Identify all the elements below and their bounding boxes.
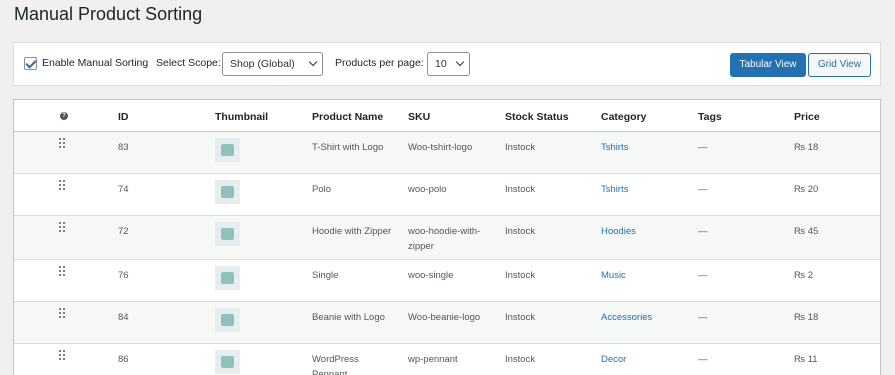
product-thumbnail bbox=[215, 138, 240, 162]
cell-stock-status: Instock bbox=[505, 312, 536, 323]
cell-stock-status: Instock bbox=[505, 226, 536, 237]
cell-product-name: WordPress Pennant bbox=[312, 354, 359, 375]
product-image-icon bbox=[221, 144, 234, 156]
cell-tags: — bbox=[698, 226, 708, 237]
cell-product-name: Single bbox=[312, 270, 339, 281]
cell-id: 83 bbox=[118, 142, 129, 153]
product-thumbnail bbox=[215, 222, 240, 246]
cell-price: ₨ 2 bbox=[794, 270, 813, 281]
cell-id: 76 bbox=[118, 270, 129, 281]
cell-sku: woo-hoodie-with-zipper bbox=[408, 226, 481, 252]
chevron-down-icon bbox=[308, 57, 318, 67]
product-image-icon bbox=[221, 314, 234, 326]
per-page-label: Products per page: bbox=[335, 57, 424, 69]
page-title: Manual Product Sorting bbox=[14, 4, 203, 24]
product-image-icon bbox=[221, 356, 234, 368]
cell-product-name: Polo bbox=[312, 184, 332, 195]
table-row[interactable]: 86 WordPress Pennant wp-pennant Instock Deco… bbox=[14, 344, 880, 375]
scope-select[interactable]: Shop (Global) bbox=[222, 52, 323, 76]
drag-handle-icon[interactable] bbox=[59, 350, 67, 362]
cell-category[interactable]: Accessories bbox=[601, 310, 681, 325]
cell-stock-status: Instock bbox=[505, 270, 536, 281]
cell-sku: Woo-beanie-logo bbox=[408, 312, 481, 323]
scope-label: Select Scope: bbox=[156, 57, 221, 69]
header-tags[interactable]: Tags bbox=[698, 111, 722, 123]
product-thumbnail bbox=[215, 266, 240, 290]
cell-category[interactable]: Tshirts bbox=[601, 140, 681, 155]
product-image-icon bbox=[221, 186, 234, 198]
cell-id: 72 bbox=[118, 226, 129, 237]
scope-select-value: Shop (Global) bbox=[230, 58, 295, 70]
help-icon[interactable]: ? bbox=[60, 112, 68, 120]
header-id[interactable]: ID bbox=[118, 111, 129, 123]
cell-sku: wp-pennant bbox=[408, 354, 458, 365]
cell-price: ₨ 18 bbox=[794, 142, 819, 153]
per-page-select-value: 10 bbox=[435, 58, 447, 70]
table-row[interactable]: 76 Single woo-single Instock Music — ₨ 2 bbox=[14, 260, 880, 302]
product-thumbnail bbox=[215, 180, 240, 204]
cell-tags: — bbox=[698, 142, 708, 153]
enable-sorting-checkbox[interactable] bbox=[24, 57, 37, 70]
per-page-select[interactable]: 10 bbox=[427, 52, 470, 76]
drag-handle-icon[interactable] bbox=[59, 222, 67, 234]
cell-price: ₨ 20 bbox=[794, 184, 819, 195]
product-thumbnail bbox=[215, 308, 240, 332]
tabular-view-button[interactable]: Tabular View bbox=[730, 53, 806, 77]
product-image-icon bbox=[221, 228, 234, 240]
cell-stock-status: Instock bbox=[505, 184, 536, 195]
cell-product-name: Hoodie with Zipper bbox=[312, 226, 392, 237]
header-category[interactable]: Category bbox=[601, 111, 647, 123]
drag-handle-icon[interactable] bbox=[59, 138, 67, 150]
cell-price: ₨ 45 bbox=[794, 226, 819, 237]
cell-sku: Woo-tshirt-logo bbox=[408, 142, 473, 153]
drag-handle-icon[interactable] bbox=[59, 308, 67, 320]
cell-tags: — bbox=[698, 354, 708, 365]
cell-tags: — bbox=[698, 270, 708, 281]
table-header: ? ID Thumbnail Product Name SKU Stock St… bbox=[14, 100, 880, 132]
cell-price: ₨ 11 bbox=[794, 354, 818, 365]
cell-product-name: T-Shirt with Logo bbox=[312, 142, 384, 153]
header-thumbnail: Thumbnail bbox=[215, 111, 269, 123]
cell-stock-status: Instock bbox=[505, 142, 536, 153]
cell-category[interactable]: Tshirts bbox=[601, 182, 681, 197]
header-product-name[interactable]: Product Name bbox=[312, 111, 383, 123]
cell-category[interactable]: Hoodies bbox=[601, 224, 681, 239]
table-row[interactable]: 72 Hoodie with Zipper woo-hoodie-with-zipp… bbox=[14, 216, 880, 260]
header-stock-status[interactable]: Stock Status bbox=[505, 111, 569, 123]
cell-id: 74 bbox=[118, 184, 129, 195]
product-thumbnail bbox=[215, 350, 240, 374]
product-image-icon bbox=[221, 272, 234, 284]
cell-id: 86 bbox=[118, 354, 129, 365]
cell-id: 84 bbox=[118, 312, 129, 323]
cell-price: ₨ 18 bbox=[794, 312, 819, 323]
table-row[interactable]: 74 Polo woo-polo Instock Tshirts — ₨ 20 bbox=[14, 174, 880, 216]
cell-stock-status: Instock bbox=[505, 354, 536, 365]
drag-handle-icon[interactable] bbox=[59, 180, 67, 192]
table-row[interactable]: 84 Beanie with Logo Woo-beanie-logo Instock… bbox=[14, 302, 880, 344]
chevron-down-icon bbox=[455, 57, 465, 67]
grid-view-button[interactable]: Grid View bbox=[808, 53, 871, 77]
cell-tags: — bbox=[698, 312, 708, 323]
cell-sku: woo-polo bbox=[408, 184, 447, 195]
header-price[interactable]: Price bbox=[794, 111, 820, 123]
cell-product-name: Beanie with Logo bbox=[312, 312, 385, 323]
cell-category[interactable]: Decor bbox=[601, 352, 681, 367]
enable-sorting-label[interactable]: Enable Manual Sorting bbox=[42, 57, 148, 69]
cell-tags: — bbox=[698, 184, 708, 195]
cell-category[interactable]: Music bbox=[601, 268, 681, 283]
sorting-toolbar: Enable Manual Sorting Select Scope: Shop… bbox=[13, 42, 881, 86]
table-row[interactable]: 83 T-Shirt with Logo Woo-tshirt-logo Instoc… bbox=[14, 132, 880, 174]
drag-handle-icon[interactable] bbox=[59, 266, 67, 278]
cell-sku: woo-single bbox=[408, 270, 454, 281]
products-table: ? ID Thumbnail Product Name SKU Stock St… bbox=[13, 99, 881, 375]
header-sku[interactable]: SKU bbox=[408, 111, 430, 123]
